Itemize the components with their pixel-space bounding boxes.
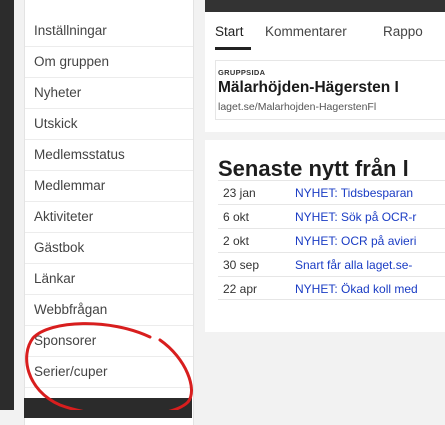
news-heading: Senaste nytt från l bbox=[218, 156, 409, 181]
sidebar-item-label: Sponsorer bbox=[34, 333, 97, 348]
sidebar-item-om-gruppen[interactable]: Om gruppen bbox=[25, 47, 193, 78]
news-date: 22 apr bbox=[223, 282, 258, 296]
group-type-label: GRUPPSIDA bbox=[218, 68, 266, 77]
group-sidebar: Inställningar Om gruppen Nyheter Utskick… bbox=[24, 0, 194, 425]
sidebar-item-label: Inställningar bbox=[34, 23, 107, 38]
news-row[interactable]: 22 apr NYHET: Ökad koll med bbox=[218, 276, 445, 300]
sidebar-item-installningar[interactable]: Inställningar bbox=[25, 16, 193, 47]
group-card: GRUPPSIDA Mälarhöjden-Hägersten I laget.… bbox=[205, 50, 445, 132]
latest-news: Senaste nytt från l 23 jan NYHET: Tidsbe… bbox=[205, 140, 445, 332]
sidebar-item-label: Utskick bbox=[34, 116, 78, 131]
sidebar-item-gastbok[interactable]: Gästbok bbox=[25, 233, 193, 264]
sidebar-item-label: Aktiviteter bbox=[34, 209, 94, 224]
sidebar-item-nyheter[interactable]: Nyheter bbox=[25, 78, 193, 109]
sidebar-item-label: Om gruppen bbox=[34, 54, 110, 69]
sidebar-item-serier-cuper[interactable]: Serier/cuper bbox=[25, 357, 193, 388]
tab-rapporter[interactable]: Rappo bbox=[383, 24, 423, 39]
news-title-link[interactable]: NYHET: Tidsbesparan bbox=[295, 186, 413, 200]
news-date: 23 jan bbox=[223, 186, 256, 200]
sidebar-item-medlemsstatus[interactable]: Medlemsstatus bbox=[25, 140, 193, 171]
news-row[interactable]: 6 okt NYHET: Sök på OCR-r bbox=[218, 204, 445, 228]
tab-start[interactable]: Start bbox=[215, 24, 244, 39]
news-date: 2 okt bbox=[223, 234, 250, 248]
sidebar-item-webbfragan[interactable]: Webbfrågan bbox=[25, 295, 193, 326]
news-row[interactable]: 30 sep Snart får alla laget.se- bbox=[218, 252, 445, 276]
tab-kommentarer[interactable]: Kommentarer bbox=[265, 24, 347, 39]
top-bar bbox=[205, 0, 445, 12]
sidebar-item-aktiviteter[interactable]: Aktiviteter bbox=[25, 202, 193, 233]
tab-bar: Start Kommentarer Rappo bbox=[205, 12, 445, 51]
news-date: 30 sep bbox=[223, 258, 260, 272]
sidebar-item-label: Medlemsstatus bbox=[34, 147, 125, 162]
left-dark-strip bbox=[0, 0, 14, 410]
sidebar-item-medlemmar[interactable]: Medlemmar bbox=[25, 171, 193, 202]
news-row[interactable]: 2 okt NYHET: OCR på avieri bbox=[218, 228, 445, 252]
main-content: Start Kommentarer Rappo GRUPPSIDA Mälarh… bbox=[205, 0, 445, 410]
group-name[interactable]: Mälarhöjden-Hägersten I bbox=[218, 79, 399, 97]
sidebar-item-label: Medlemmar bbox=[34, 178, 106, 193]
news-title-link[interactable]: Snart får alla laget.se- bbox=[295, 258, 412, 272]
news-title-link[interactable]: NYHET: Sök på OCR-r bbox=[295, 210, 416, 224]
sidebar-item-label: Serier/cuper bbox=[34, 364, 108, 379]
sidebar-item-label: Länkar bbox=[34, 271, 76, 286]
news-title-link[interactable]: NYHET: Ökad koll med bbox=[295, 282, 418, 296]
sidebar-item-label: Nyheter bbox=[34, 85, 82, 100]
sidebar-item-label: Gästbok bbox=[34, 240, 85, 255]
group-url[interactable]: laget.se/Malarhojden-HagerstenFl bbox=[218, 101, 376, 113]
news-title-link[interactable]: NYHET: OCR på avieri bbox=[295, 234, 416, 248]
sidebar-item-label: Webbfrågan bbox=[34, 302, 108, 317]
sidebar-item-lankar[interactable]: Länkar bbox=[25, 264, 193, 295]
sidebar-item-utskick[interactable]: Utskick bbox=[25, 109, 193, 140]
sidebar-item-sponsorer[interactable]: Sponsorer bbox=[25, 326, 193, 357]
news-date: 6 okt bbox=[223, 210, 250, 224]
sidebar-bottom-button[interactable] bbox=[24, 398, 192, 418]
news-row[interactable]: 23 jan NYHET: Tidsbesparan bbox=[218, 180, 445, 204]
